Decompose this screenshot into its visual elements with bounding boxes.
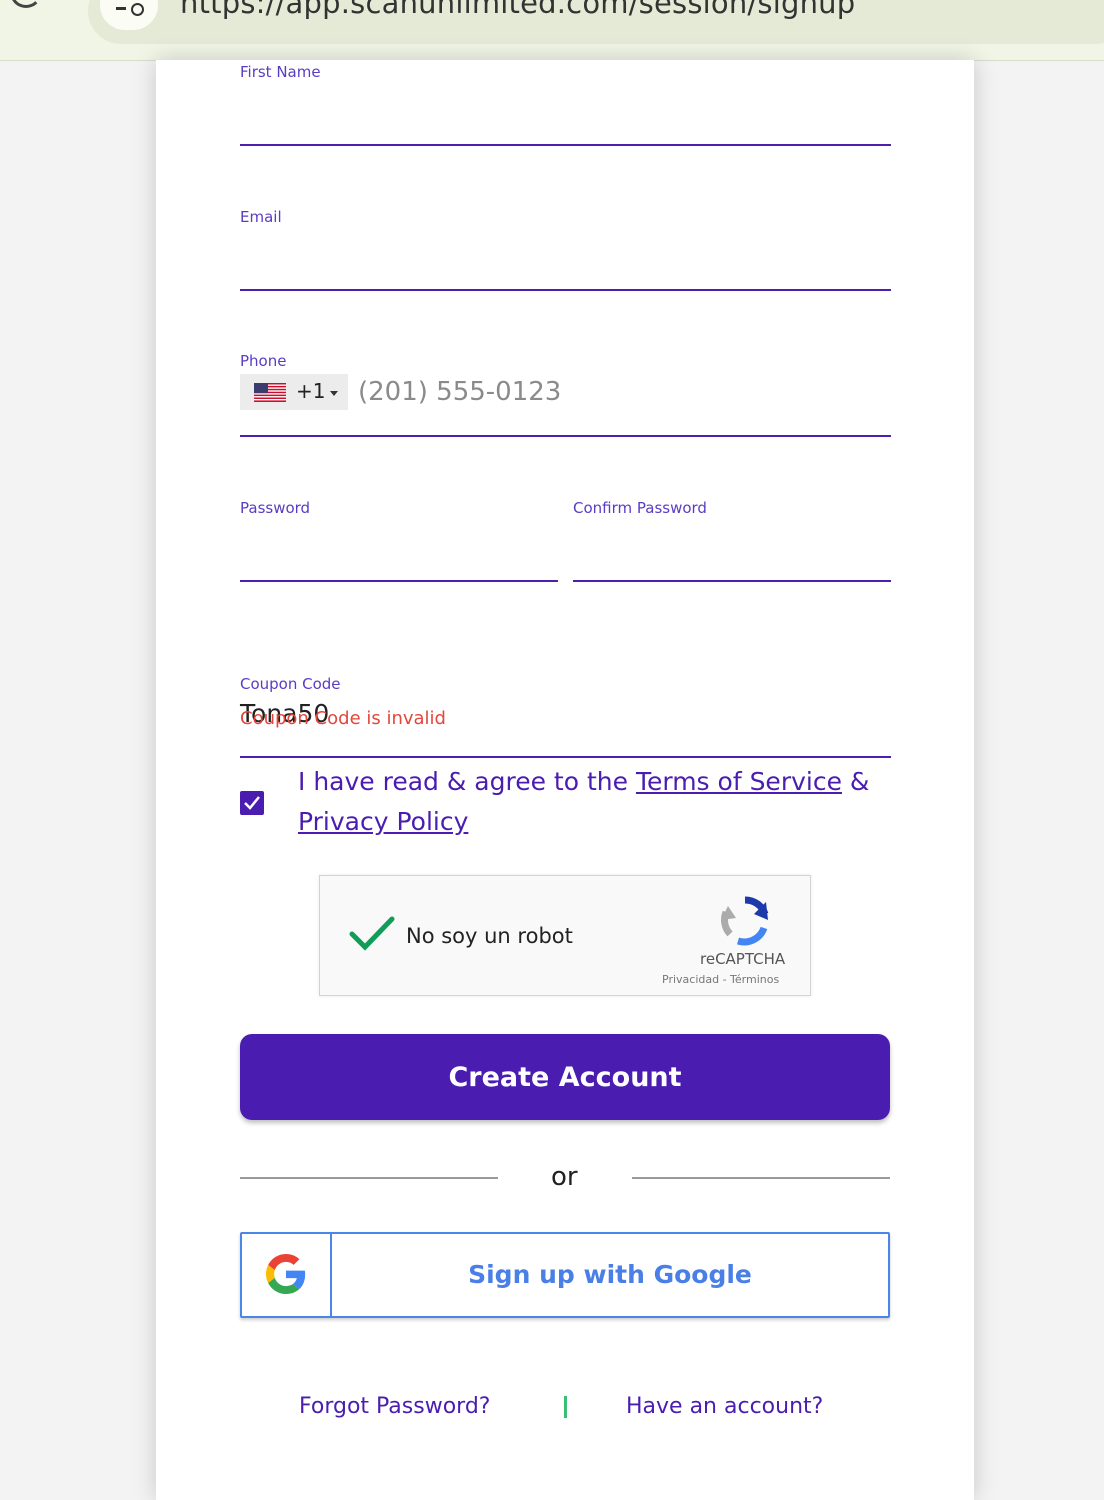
browser-toolbar: https://app.scanunlimited.com/session/si… (0, 0, 1104, 61)
address-bar-url[interactable]: https://app.scanunlimited.com/session/si… (180, 0, 855, 20)
terms-agreement-text: I have read & agree to the Terms of Serv… (298, 762, 898, 842)
phone-field: Phone +1 (240, 352, 891, 440)
email-underline (240, 289, 891, 291)
country-code-selector[interactable]: +1 (240, 374, 348, 410)
coupon-code-label: Coupon Code (240, 675, 341, 693)
first-name-label: First Name (240, 63, 321, 81)
create-account-button[interactable]: Create Account (240, 1034, 890, 1120)
chevron-down-icon (330, 391, 338, 396)
have-account-link[interactable]: Have an account? (626, 1394, 823, 1419)
google-logo-icon (266, 1254, 306, 1294)
confirm-password-underline (573, 580, 891, 582)
country-code: +1 (296, 379, 326, 403)
recaptcha-logo-icon (721, 896, 769, 946)
email-field[interactable]: Email (240, 208, 891, 294)
footer-separator (564, 1396, 567, 1418)
us-flag-icon (254, 383, 286, 402)
confirm-password-field[interactable]: Confirm Password (573, 499, 891, 585)
coupon-code-underline (240, 756, 891, 758)
recaptcha-widget[interactable]: No soy un robot reCAPTCHA Privacidad - T… (319, 875, 811, 996)
recaptcha-brand: reCAPTCHA (700, 950, 786, 968)
divider-right (632, 1177, 890, 1179)
coupon-error-message: Coupon Code is invalid (240, 708, 446, 729)
agree-text-prefix: I have read & agree to the (298, 767, 636, 796)
password-field[interactable]: Password (240, 499, 558, 585)
email-label: Email (240, 208, 282, 226)
recaptcha-checkmark-icon (349, 916, 395, 951)
agree-text-mid: & (841, 767, 870, 796)
google-icon-container (242, 1234, 332, 1316)
phone-input[interactable] (358, 374, 818, 410)
checkmark-icon (244, 796, 260, 810)
first-name-field[interactable]: First Name (240, 63, 891, 149)
reload-icon[interactable] (10, 0, 42, 8)
google-signup-button[interactable]: Sign up with Google (240, 1232, 890, 1318)
password-label: Password (240, 499, 311, 517)
first-name-underline (240, 144, 891, 146)
terms-of-service-link[interactable]: Terms of Service (636, 767, 842, 796)
password-underline (240, 580, 558, 582)
divider-left (240, 1177, 498, 1179)
confirm-password-label: Confirm Password (573, 499, 707, 517)
privacy-policy-link[interactable]: Privacy Policy (298, 807, 468, 836)
terms-checkbox[interactable] (240, 791, 264, 815)
google-signup-label: Sign up with Google (468, 1260, 752, 1289)
recaptcha-links[interactable]: Privacidad - Términos (662, 973, 779, 986)
or-divider-text: or (551, 1162, 578, 1192)
forgot-password-link[interactable]: Forgot Password? (299, 1394, 490, 1419)
recaptcha-label: No soy un robot (406, 924, 573, 948)
phone-underline (240, 435, 891, 437)
phone-label: Phone (240, 352, 287, 370)
